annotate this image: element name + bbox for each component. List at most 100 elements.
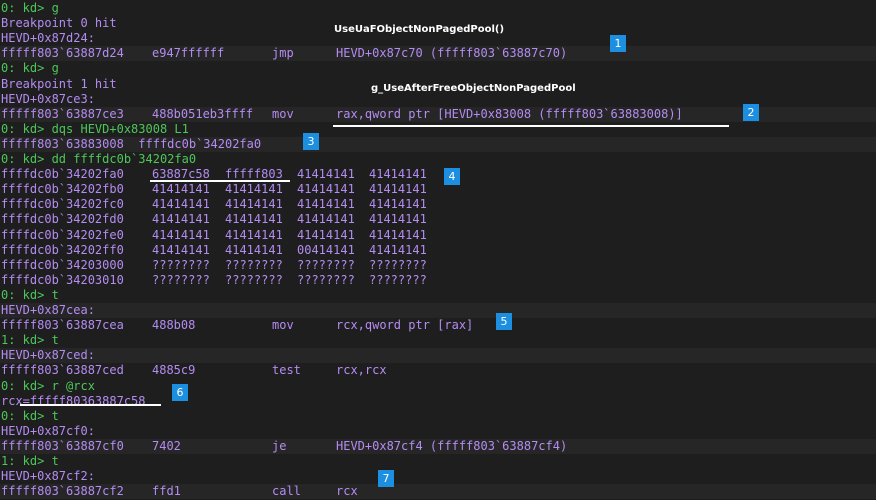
dump-dword: 41414141 — [369, 167, 427, 182]
prompt-line: 0: kd> t — [0, 409, 876, 424]
output-text: HEVD+0x87cf2: — [1, 469, 95, 484]
instruction-mnemonic: test — [272, 363, 301, 378]
annotation-badge-6: 6 — [172, 384, 188, 401]
prompt-line: 0: kd> t — [0, 288, 876, 303]
dump-dword: 41414141 — [369, 197, 427, 212]
annotation-badge-7: 7 — [378, 470, 394, 487]
dump-address: ffffdc0b`34202fd0 — [1, 212, 124, 227]
instruction-bytes: ffd1 — [152, 484, 181, 499]
dump-dword: 41414141 — [152, 212, 210, 227]
dump-address: ffffdc0b`34202fb0 — [1, 182, 124, 197]
memory-dump-line: ffffdc0b`34202fb0 41414141 41414141 4141414… — [0, 182, 876, 197]
output-text: HEVD+0x87cf0: — [1, 423, 95, 438]
dump-dword: ???????? — [225, 257, 283, 272]
disasm-line: fffff803`63887cea 488b08 mov rcx,qword ptr … — [0, 318, 876, 333]
instruction-bytes: e947ffffff — [152, 46, 225, 61]
annotation-label-1: UseUaFObjectNonPagedPool() — [334, 24, 505, 35]
instruction-operands: HEVD+0x87cf4 (fffff803`63887cf4) — [336, 438, 568, 453]
memory-dump-line: ffffdc0b`34202fd0 41414141 41414141 4141414… — [0, 212, 876, 227]
dump-address: ffffdc0b`34202fa0 — [1, 167, 124, 182]
prompt-command: 0: kd> dd ffffdc0b`34202fa0 — [1, 152, 197, 166]
dump-dword: 41414141 — [152, 242, 210, 257]
instruction-mnemonic: call — [272, 484, 301, 499]
output-line: HEVD+0x87cf0: — [0, 424, 876, 439]
output-text: HEVD+0x87ce3: — [1, 91, 95, 106]
dump-dword: 41414141 — [297, 167, 355, 182]
prompt-command: 0: kd> g — [1, 61, 59, 76]
prompt-line: 0: kd> g — [0, 61, 876, 76]
instruction-operands: HEVD+0x87c70 (fffff803`63887c70) — [336, 46, 568, 61]
annotation-badge-4: 4 — [444, 168, 460, 185]
disasm-line: fffff803`63887ced 4885c9 test rcx,rcx — [0, 363, 876, 378]
prompt-line: 0: kd> r @rcx — [0, 379, 876, 394]
prompt-command: 0: kd> t — [1, 408, 59, 423]
instruction-address: fffff803`63887ce3 — [1, 106, 124, 121]
annotation-badge-2: 2 — [743, 104, 759, 121]
instruction-mnemonic: mov — [272, 318, 294, 333]
dump-dword: ???????? — [225, 272, 283, 287]
output-line: HEVD+0x87ced: — [0, 348, 876, 364]
dump-dword: ???????? — [152, 272, 210, 287]
dump-dword: 41414141 — [369, 182, 427, 197]
dump-address: ffffdc0b`34203010 — [1, 272, 124, 287]
output-line: HEVD+0x87cea: — [0, 303, 876, 318]
instruction-bytes: 488b051eb3ffff — [152, 106, 254, 121]
output-text: Breakpoint 1 hit — [1, 76, 117, 91]
dump-dword: 41414141 — [225, 197, 283, 212]
dump-dword: ???????? — [297, 257, 355, 272]
instruction-bytes: 7402 — [152, 438, 181, 453]
instruction-address: fffff803`63887cf0 — [1, 438, 124, 453]
memory-dump-line: ffffdc0b`34202ff0 41414141 41414141 0041414… — [0, 243, 876, 258]
memory-dump-line: ffffdc0b`34203000???????????????????????… — [0, 258, 876, 273]
dump-dword: 41414141 — [152, 197, 210, 212]
instruction-mnemonic: jmp — [272, 46, 294, 61]
underline-rcx-value — [20, 404, 161, 406]
memory-dump-line: ffffdc0b`34203010???????????????????????… — [0, 273, 876, 288]
instruction-address: fffff803`63887cf2 — [1, 484, 124, 499]
dump-dword: 41414141 — [152, 182, 210, 197]
dump-dword: 41414141 — [225, 182, 283, 197]
dump-dword: 00414141 — [297, 242, 355, 257]
annotation-label-2: g_UseAfterFreeObjectNonPagedPool — [371, 83, 576, 94]
instruction-mnemonic: mov — [272, 106, 294, 121]
prompt-line: 0: kd> dd ffffdc0b`34202fa0 — [0, 152, 876, 167]
dump-dword: 41414141 — [369, 227, 427, 242]
prompt-command: 0: kd> t — [1, 287, 59, 302]
instruction-mnemonic: je — [272, 438, 287, 453]
annotation-badge-1: 1 — [610, 35, 626, 52]
output-line: rcx=fffff80363887c58 — [0, 394, 876, 409]
output-line: HEVD+0x87cf2: — [0, 469, 876, 484]
dump-dword: 41414141 — [297, 182, 355, 197]
instruction-address: fffff803`63887d24 — [1, 46, 124, 61]
output-text: fffff803`63883008 ffffdc0b`34202fa0 — [1, 136, 262, 151]
instruction-operands: rax,qword ptr [HEVD+0x83008 (fffff803`63… — [336, 106, 683, 121]
instruction-address: fffff803`63887ced — [1, 363, 124, 378]
dump-dword: 41414141 — [297, 212, 355, 227]
annotation-badge-3: 3 — [303, 133, 319, 150]
prompt-line: 0: kd> g — [0, 1, 876, 16]
output-text: HEVD+0x87cea: — [1, 303, 95, 317]
dump-dword: 41414141 — [369, 242, 427, 257]
prompt-command: 0: kd> r @rcx — [1, 378, 95, 393]
dump-dword: 41414141 — [297, 197, 355, 212]
prompt-command: 1: kd> t — [1, 333, 59, 348]
dump-address: ffffdc0b`34203000 — [1, 257, 124, 272]
annotation-badge-5: 5 — [496, 313, 512, 330]
prompt-line: 1: kd> t — [0, 454, 876, 469]
dump-dword: 41414141 — [297, 227, 355, 242]
dump-dword: 41414141 — [225, 242, 283, 257]
disasm-line: fffff803`63887cf2 ffd1 call rcx — [0, 484, 876, 500]
instruction-bytes: 4885c9 — [152, 363, 196, 378]
dump-address: ffffdc0b`34202fc0 — [1, 197, 124, 212]
prompt-command: 1: kd> t — [1, 454, 59, 468]
instruction-bytes: 488b08 — [152, 318, 196, 333]
dump-dword: ???????? — [297, 272, 355, 287]
instruction-operands: rcx,qword ptr [rax] — [336, 318, 474, 333]
dump-dword: 41414141 — [225, 212, 283, 227]
output-text: HEVD+0x87ced: — [1, 348, 95, 363]
underline-pointer-value — [150, 180, 290, 182]
memory-dump-line: ffffdc0b`34202fa0 63887c58 fffff803 4141414… — [0, 167, 876, 182]
dump-dword: 41414141 — [225, 227, 283, 242]
prompt-command: 0: kd> g — [1, 1, 59, 15]
memory-dump-line: ffffdc0b`34202fe0 41414141 41414141 4141414… — [0, 228, 876, 243]
